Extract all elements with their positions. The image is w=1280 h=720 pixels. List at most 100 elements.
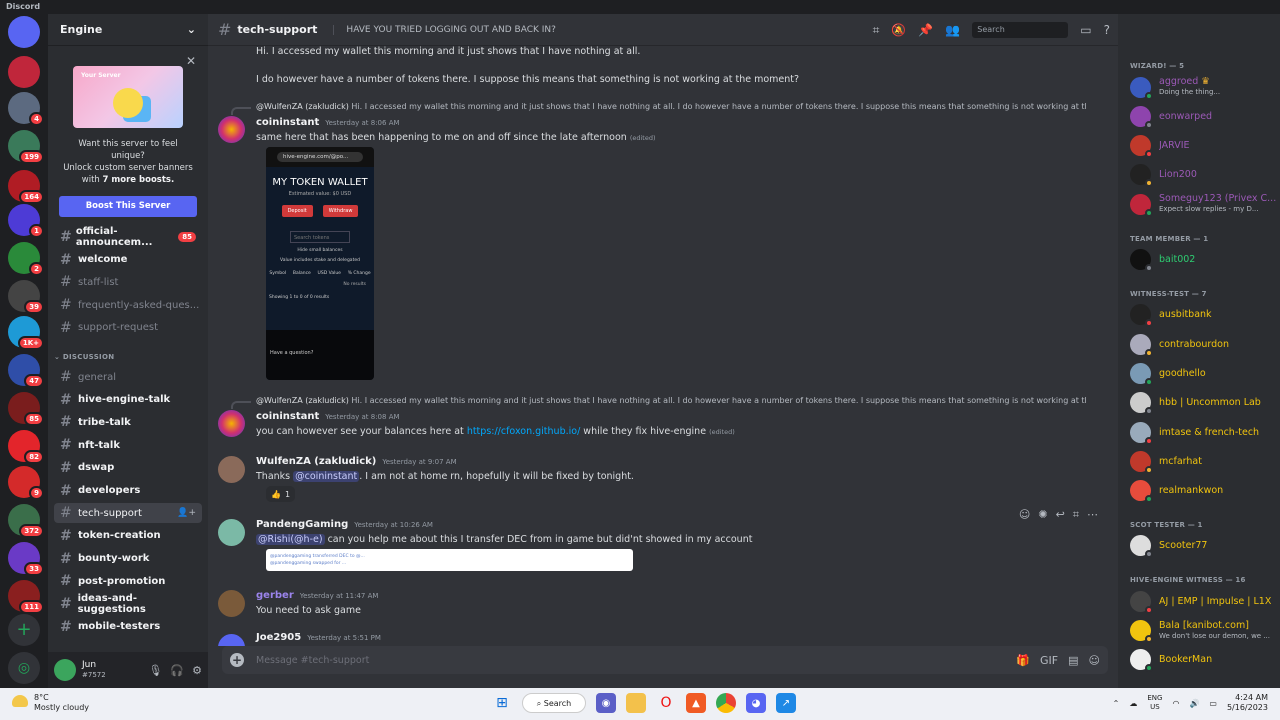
server-icon[interactable]: 39 (8, 280, 44, 314)
add-reaction-icon[interactable]: ☺ (1019, 508, 1030, 522)
channel-item[interactable]: # tech-support 👤+ (54, 503, 202, 524)
category-discussion[interactable]: ⌄ DISCUSSION (54, 353, 114, 361)
battery-icon[interactable]: ▭ (1209, 699, 1217, 708)
server-icon[interactable]: 9 (8, 466, 44, 500)
reply-icon[interactable]: ↩ (1056, 508, 1065, 522)
member-item[interactable]: ausbitbank (1130, 302, 1278, 328)
member-list-icon[interactable]: 👥 (945, 23, 960, 37)
channel-item[interactable]: # mobile-testers (54, 617, 202, 637)
wifi-icon[interactable]: ◠ (1172, 699, 1179, 708)
channel-item[interactable]: # ideas-and-suggestions (54, 593, 202, 615)
volume-icon[interactable]: 🔊 (1189, 699, 1199, 708)
attachment-image[interactable]: hive-engine.com/@po... MY TOKEN WALLET E… (266, 147, 374, 380)
member-item[interactable]: Bala [kanibot.com] We don't lose our demo… (1130, 618, 1278, 644)
language-indicator[interactable]: ENG US (1147, 694, 1162, 712)
reply-preview[interactable]: @WulfenZA (zakludick) Hi. I accessed my … (256, 396, 1086, 405)
avatar[interactable] (218, 634, 245, 646)
weather-widget[interactable]: 8°C Mostly cloudy (12, 693, 89, 713)
server-icon[interactable]: 85 (8, 392, 44, 426)
notification-bell-icon[interactable]: 🔕 (891, 23, 906, 37)
opera-icon[interactable]: O (656, 693, 676, 713)
add-attachment-icon[interactable]: + (230, 653, 244, 667)
search-input[interactable]: Search (972, 22, 1069, 38)
teams-icon[interactable]: ◉ (596, 693, 616, 713)
clock[interactable]: 4:24 AM 5/16/2023 (1227, 693, 1268, 713)
more-icon[interactable]: ⋯ (1087, 508, 1098, 522)
server-icon[interactable]: 1 (8, 204, 44, 238)
channel-item[interactable]: # tribe-talk (54, 412, 202, 432)
member-item[interactable]: mcfarhat (1130, 448, 1278, 474)
server-icon[interactable]: 372 (8, 504, 44, 538)
channel-item[interactable]: # welcome (54, 250, 202, 270)
home-server-icon[interactable] (8, 16, 40, 48)
avatar[interactable] (54, 659, 76, 681)
headphones-icon[interactable]: 🎧 (170, 664, 184, 677)
member-item[interactable]: aggroed ♛ Doing the thing... (1130, 74, 1278, 100)
server-icon[interactable]: 199 (8, 130, 44, 164)
inbox-icon[interactable]: ▭ (1080, 23, 1091, 37)
boost-server-button[interactable]: Boost This Server (59, 196, 197, 217)
member-item[interactable]: Lion200 (1130, 162, 1278, 188)
member-item[interactable]: Someguy123 (Privex C... Expect slow repli… (1130, 191, 1278, 217)
member-item[interactable]: Scooter77 (1130, 533, 1278, 559)
server-icon[interactable]: 164 (8, 170, 44, 204)
member-item[interactable]: JARVIE (1130, 133, 1278, 159)
gift-icon[interactable]: 🎁 (1016, 654, 1030, 667)
avatar[interactable] (218, 519, 245, 546)
attachment-image[interactable]: @pandenggaming transferred DEC to @... @p… (266, 549, 633, 571)
member-item[interactable]: AJ | EMP | Impulse | L1X (1130, 588, 1278, 614)
invite-icon[interactable]: 👤+ (177, 508, 196, 518)
channel-item[interactable]: # general (54, 367, 202, 387)
chrome-icon[interactable] (716, 693, 736, 713)
discord-icon[interactable]: ◕ (746, 693, 766, 713)
chevron-up-icon[interactable]: ⌃ (1113, 699, 1120, 708)
gif-icon[interactable]: GIF (1040, 654, 1058, 667)
server-icon[interactable]: 33 (8, 542, 44, 576)
channel-item[interactable]: # developers (54, 481, 202, 501)
channel-item[interactable]: # hive-engine-talk (54, 390, 202, 410)
channel-item[interactable]: # nft-talk (54, 435, 202, 455)
message-input[interactable]: Message #tech-support (256, 655, 369, 666)
help-icon[interactable]: ? (1104, 23, 1110, 37)
message-link[interactable]: https://cfoxon.github.io/ (467, 426, 580, 437)
channel-item[interactable]: # token-creation (54, 526, 202, 546)
avatar[interactable] (218, 456, 245, 483)
pin-icon[interactable]: 📌 (918, 23, 933, 37)
member-item[interactable]: BookerMan (1130, 647, 1278, 673)
channel-item[interactable]: # official-announcem... 85 (54, 226, 202, 248)
gear-icon[interactable]: ⚙ (192, 664, 202, 677)
member-item[interactable]: imtase & french-tech (1130, 419, 1278, 445)
start-icon[interactable]: ⊞ (492, 693, 512, 713)
server-header[interactable]: Engine ⌄ (48, 14, 208, 46)
explore-icon[interactable]: ◎ (8, 652, 40, 684)
channel-item[interactable]: # staff-list (54, 272, 202, 292)
member-item[interactable]: hbb | Uncommon Lab (1130, 390, 1278, 416)
thread-icon[interactable]: ⌗ (1073, 508, 1079, 522)
reaction-thumbs-up[interactable]: 👍 1 (266, 486, 296, 502)
avatar[interactable] (218, 410, 245, 437)
channel-item[interactable]: # bounty-work (54, 549, 202, 569)
member-item[interactable]: eonwarped (1130, 103, 1278, 129)
member-item[interactable]: contrabourdon (1130, 331, 1278, 357)
user-mention[interactable]: @Rishi(@h-e) (256, 534, 325, 545)
channel-item[interactable]: # dswap (54, 458, 202, 478)
avatar[interactable] (218, 116, 245, 143)
add-server-icon[interactable]: + (8, 614, 40, 646)
server-icon[interactable]: 111 (8, 580, 44, 614)
avatar[interactable] (218, 590, 245, 617)
member-item[interactable]: goodhello (1130, 360, 1278, 386)
app-icon[interactable]: ↗ (776, 693, 796, 713)
server-icon[interactable]: 1K+ (8, 316, 44, 350)
microphone-icon[interactable]: 🎙 (148, 664, 162, 677)
chevron-down-icon[interactable]: ⌄ (187, 23, 196, 36)
server-icon[interactable]: 47 (8, 354, 44, 388)
threads-icon[interactable]: ⌗ (873, 23, 880, 38)
cloud-icon[interactable]: ☁ (1129, 699, 1137, 708)
channel-item[interactable]: # frequently-asked-ques... (54, 295, 202, 315)
taskbar-search[interactable]: ⌕ Search (522, 693, 586, 713)
server-icon[interactable]: 2 (8, 242, 44, 276)
emoji-icon[interactable]: ☺ (1089, 654, 1100, 667)
user-mention[interactable]: @coininstant (293, 471, 360, 482)
file-explorer-icon[interactable] (626, 693, 646, 713)
brave-icon[interactable]: ▲ (686, 693, 706, 713)
